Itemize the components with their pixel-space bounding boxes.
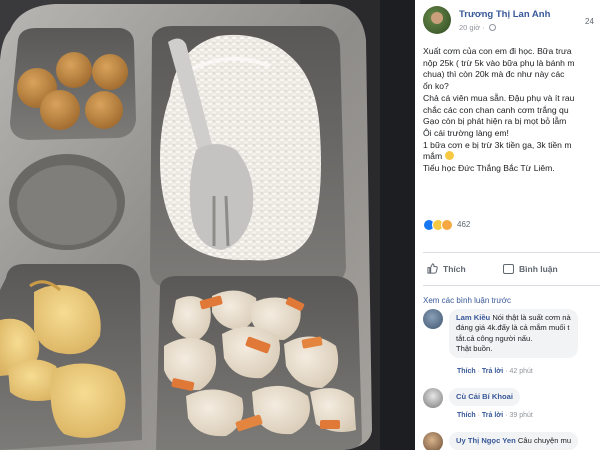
post-line: Ôi cái trường làng em! (423, 127, 509, 138)
comment-bubble: Lam Kiều Nói thật là suất cơm nà đáng gi… (449, 309, 578, 359)
comment-icon (503, 264, 514, 274)
wow-reaction-icon (441, 219, 453, 231)
post-line: 1 bữa cơn e bị trừ 3k tiền ga, 3k tiền m (423, 139, 572, 150)
commenter-avatar[interactable] (423, 432, 443, 450)
post-line: chắc các con chan canh cơm trắng qu (423, 104, 569, 115)
post-line: Chả cá viên mua sẵn. Đậu phụ và ít rau (423, 92, 575, 103)
share-count[interactable]: 24 (585, 17, 594, 26)
comment-text: Nói thật là suất cơm nà (492, 313, 571, 322)
comment-reply-link[interactable]: Trả lời (482, 368, 503, 375)
author-name[interactable]: Trương Thị Lan Anh (459, 9, 550, 20)
facebook-post-panel: Trương Thị Lan Anh 20 giờ · Xuất cơm của… (415, 0, 600, 450)
globe-icon (488, 24, 496, 31)
comment-text: Câu chuyện mu (517, 436, 572, 445)
thumbs-up-icon (427, 263, 438, 274)
comment-bubble: Cù Cải Bí Khoai (449, 388, 520, 407)
comment-actions: Thích · Trả lời · 39 phút (457, 412, 533, 419)
post-line: nộp 25k ( trừ 5k vào bữa phụ là bánh m (423, 57, 575, 68)
post-line-with-emoji: mắm (423, 151, 600, 163)
commenter-name[interactable]: Uy Thị Ngọc Yen (456, 436, 516, 445)
comment-bubble: Uy Thị Ngọc Yen Câu chuyện mu (449, 432, 579, 450)
comment-text: đáng giá 4k.đấy là cả mắm muối t (456, 323, 570, 333)
food-tray-photo (0, 0, 380, 450)
comment-text: tắt.cả công người nấu. (456, 333, 533, 343)
post-line: chua) thì còn 20k mà đc như này các (423, 69, 565, 80)
post-line: Gạo còn bị phát hiện ra bị mọt bỏ lẫm (423, 116, 567, 127)
post-line: mắm (423, 151, 443, 162)
author-avatar[interactable] (423, 6, 451, 34)
commenter-avatar[interactable] (423, 309, 443, 329)
comment-text: Thật buồn. (456, 343, 493, 353)
comment-actions: Thích · Trả lời · 42 phút (457, 368, 533, 375)
post-header: Trương Thị Lan Anh 20 giờ · (423, 6, 600, 38)
comment-item: Lam Kiều Nói thật là suất cơm nà đáng gi… (423, 309, 600, 375)
comment-button[interactable]: Bình luận (519, 264, 558, 274)
post-action-bar: Thích Bình luận (423, 252, 600, 286)
commenter-name[interactable]: Lam Kiều (456, 313, 490, 322)
post-meta: 20 giờ · (459, 23, 496, 32)
reaction-summary[interactable]: 462 (423, 219, 600, 233)
post-line: Xuất cơm của con em đi học. Bữa trưa (423, 46, 572, 56)
separator: · (482, 23, 485, 32)
comment-like-link[interactable]: Thích (457, 412, 476, 419)
post-text: Xuất cơm của con em đi học. Bữa trưa nộp… (423, 46, 600, 175)
comment-time[interactable]: 42 phút (509, 368, 532, 375)
comment-time[interactable]: 39 phút (509, 412, 532, 419)
smile-emoji-icon (444, 151, 454, 161)
comment-item: Cù Cải Bí Khoai Thích · Trả lời · 39 phú… (423, 388, 600, 428)
commenter-name[interactable]: Cù Cải Bí Khoai (456, 392, 513, 401)
commenter-avatar[interactable] (423, 388, 443, 408)
comment-reply-link[interactable]: Trả lời (482, 412, 503, 419)
comment-item: Uy Thị Ngọc Yen Câu chuyện mu (423, 432, 600, 450)
post-time[interactable]: 20 giờ (459, 23, 480, 32)
like-button[interactable]: Thích (443, 264, 466, 274)
reaction-count: 462 (457, 220, 471, 229)
comment-like-link[interactable]: Thích (457, 368, 476, 375)
post-line: Tiểu học Đức Thắng Bắc Từ Liêm. (423, 163, 555, 174)
post-line: ổn ko? (423, 81, 449, 92)
view-previous-comments-link[interactable]: Xem các bình luận trước (423, 296, 511, 305)
